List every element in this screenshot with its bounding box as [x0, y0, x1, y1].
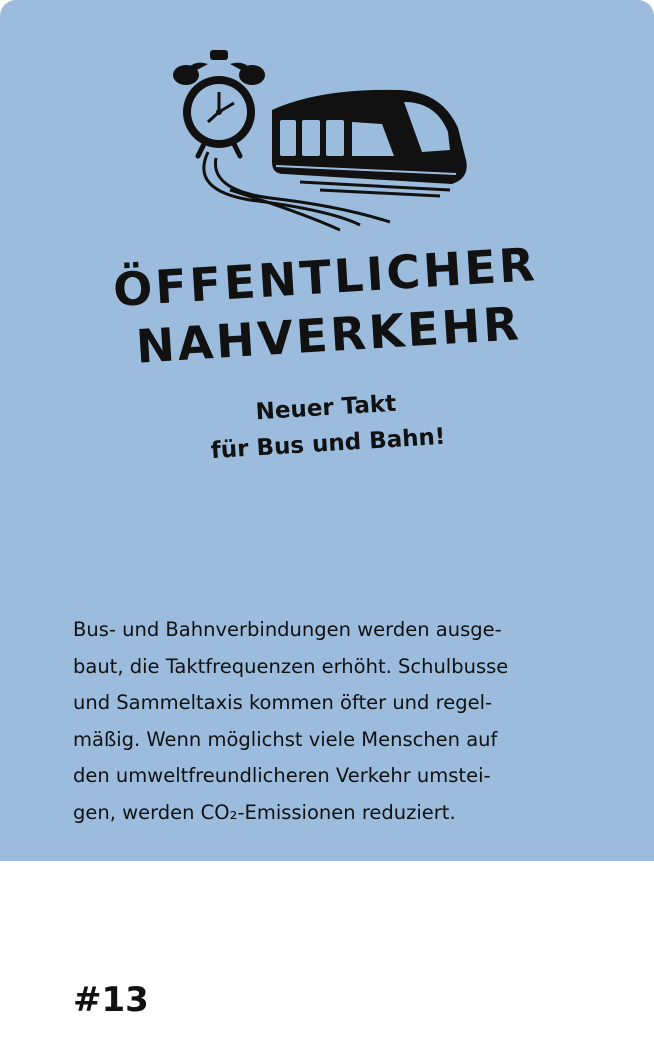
description-line: mäßig. Wenn möglichst viele Menschen auf — [73, 727, 498, 751]
description-line: und Sammeltaxis kommen öfter und regel- — [73, 691, 493, 714]
tram-icon — [272, 89, 467, 198]
description-line: baut, die Taktfrequenzen erhöht. Schulbu… — [73, 654, 509, 678]
card-subtitle: Neuer Takt für Bus und Bahn! — [0, 370, 654, 482]
description-line: den umweltfreundlicheren Verkehr umstei- — [73, 764, 491, 787]
info-card: ÖFFENTLICHER NAHVERKEHR Neuer Takt für B… — [0, 0, 654, 861]
card-description: Bus- und Bahnverbindungen werden ausge- … — [73, 612, 598, 831]
alarm-clock-icon — [173, 50, 265, 159]
illustration — [173, 50, 467, 232]
description-line: gen, werden CO₂-Emissionen reduziert. — [73, 800, 456, 824]
description-line: Bus- und Bahnverbindungen werden ausge- — [73, 618, 502, 641]
card-title: ÖFFENTLICHER NAHVERKEHR — [0, 228, 654, 384]
card-number: #13 — [73, 980, 149, 1020]
